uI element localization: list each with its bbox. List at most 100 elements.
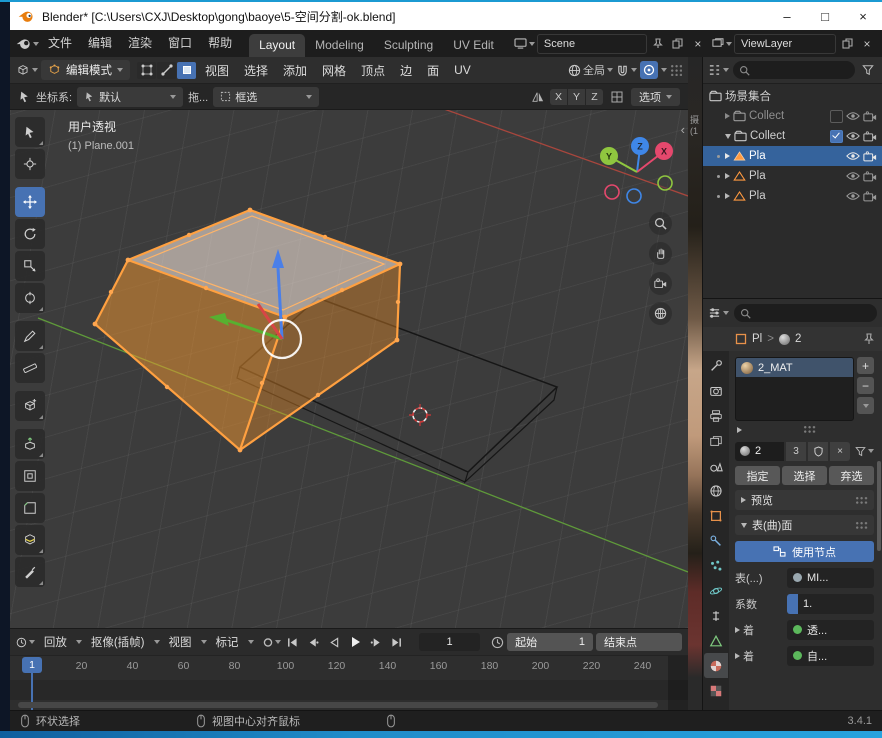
- menu-uv[interactable]: UV: [448, 63, 477, 77]
- pan-hand-icon[interactable]: [649, 242, 672, 265]
- preview-section-header[interactable]: 预览: [735, 490, 874, 510]
- scene-selector[interactable]: Scene: [537, 34, 647, 54]
- properties-editor-type-button[interactable]: [708, 304, 729, 322]
- timeline-ruler[interactable]: 20 40 60 80 100 120 140 160 180 200 220 …: [10, 655, 688, 710]
- material-name-field[interactable]: 2: [735, 442, 784, 461]
- material-slot-active[interactable]: 2_MAT: [736, 358, 853, 377]
- snap-toggle-button[interactable]: [616, 61, 637, 79]
- scale-tool[interactable]: [15, 251, 45, 281]
- timeline-editor-type-button[interactable]: [16, 633, 35, 651]
- camera-render-icon[interactable]: [863, 151, 877, 162]
- eye-icon[interactable]: [846, 111, 860, 121]
- outliner-row-plane-active[interactable]: Pla: [703, 146, 882, 166]
- add-slot-button[interactable]: +: [857, 357, 874, 374]
- playhead[interactable]: 1: [22, 657, 42, 673]
- eye-icon[interactable]: [846, 191, 860, 201]
- menu-vertex[interactable]: 顶点: [355, 62, 391, 79]
- mode-dropdown[interactable]: 编辑模式: [41, 60, 130, 80]
- transform-tool[interactable]: [15, 283, 45, 313]
- properties-tab-physics[interactable]: [704, 578, 728, 603]
- select-box-tool[interactable]: [15, 117, 45, 147]
- menu-file[interactable]: 文件: [41, 30, 79, 57]
- expand-icon[interactable]: [725, 113, 730, 119]
- tab-sculpting[interactable]: Sculpting: [374, 34, 443, 57]
- outliner-filter-button[interactable]: [859, 61, 877, 79]
- zoom-icon[interactable]: [649, 212, 672, 235]
- menu-edit[interactable]: 编辑: [81, 30, 119, 57]
- camera-render-icon[interactable]: [863, 171, 877, 182]
- outliner-search-input[interactable]: [733, 61, 855, 79]
- blender-menu-button[interactable]: [16, 35, 39, 53]
- camera-view-icon[interactable]: [649, 272, 672, 295]
- material-users-button[interactable]: 3: [786, 442, 806, 461]
- bevel-tool[interactable]: [15, 493, 45, 523]
- close-button[interactable]: ×: [844, 2, 882, 30]
- add-cube-tool[interactable]: [15, 391, 45, 421]
- menu-select[interactable]: 选择: [238, 62, 274, 79]
- edge-select-mode-button[interactable]: [157, 62, 176, 79]
- menu-edge[interactable]: 边: [394, 62, 418, 79]
- viewlayer-browse-button[interactable]: [711, 35, 732, 53]
- navigation-gizmo[interactable]: Z X Y: [600, 132, 676, 208]
- editor-type-button[interactable]: [16, 61, 38, 79]
- jump-to-end-button[interactable]: [388, 633, 406, 651]
- properties-tab-texture[interactable]: [704, 678, 728, 703]
- menu-timeline-view[interactable]: 视图: [163, 634, 198, 650]
- mirror-z-button[interactable]: Z: [586, 89, 603, 105]
- outliner-row-plane-2[interactable]: Pla: [703, 166, 882, 186]
- remove-slot-button[interactable]: −: [857, 377, 874, 394]
- current-frame-field[interactable]: 1: [419, 633, 480, 651]
- viewlayer-copy-button[interactable]: [838, 35, 856, 53]
- expand-icon[interactable]: [735, 653, 740, 659]
- proportional-falloff-dropdown[interactable]: [661, 68, 667, 72]
- frame-end-field[interactable]: 结束点: [596, 633, 682, 651]
- outliner-row-collection-1[interactable]: Collect: [703, 106, 882, 126]
- loop-cut-tool[interactable]: [15, 525, 45, 555]
- viewlayer-selector[interactable]: ViewLayer: [734, 34, 836, 54]
- preset-dropdown[interactable]: 默认: [77, 87, 183, 107]
- knife-tool[interactable]: [15, 557, 45, 587]
- fake-user-shield-button[interactable]: [808, 442, 828, 461]
- menu-face[interactable]: 面: [421, 62, 445, 79]
- cursor-tool[interactable]: [15, 149, 45, 179]
- overflow-menu-icon[interactable]: [670, 64, 682, 76]
- timeline-scrollbar[interactable]: [18, 702, 658, 708]
- drag-mode-dropdown[interactable]: 框选: [213, 87, 319, 107]
- move-tool[interactable]: [15, 187, 45, 217]
- outliner-editor-type-button[interactable]: [708, 61, 729, 79]
- expand-icon[interactable]: [735, 627, 740, 633]
- annotate-tool[interactable]: [15, 321, 45, 351]
- shader-b-dropdown[interactable]: 自...: [787, 646, 874, 666]
- menu-window[interactable]: 窗口: [161, 30, 199, 57]
- menu-help[interactable]: 帮助: [201, 30, 239, 57]
- breadcrumb-material[interactable]: 2: [795, 333, 801, 345]
- rotate-tool[interactable]: [15, 219, 45, 249]
- gizmo-z-label[interactable]: Z: [637, 142, 643, 152]
- vertex-select-mode-button[interactable]: [137, 62, 156, 79]
- properties-tab-constraints[interactable]: [704, 603, 728, 628]
- eye-icon[interactable]: [846, 151, 860, 161]
- material-filter-button[interactable]: [855, 442, 874, 460]
- outliner-row-scene-collection[interactable]: 场景集合: [703, 86, 882, 106]
- transform-orientation-dropdown[interactable]: 全局: [568, 61, 613, 79]
- collection-include-checkbox[interactable]: [830, 130, 843, 143]
- minimize-button[interactable]: –: [768, 2, 806, 30]
- viewlayer-remove-button[interactable]: ×: [858, 35, 876, 53]
- menu-playback[interactable]: 回放: [38, 634, 73, 650]
- factor-slider[interactable]: 1.: [787, 594, 874, 614]
- use-nodes-button[interactable]: 使用节点: [735, 541, 874, 562]
- eye-icon[interactable]: [846, 131, 860, 141]
- scene-unlink-button[interactable]: ×: [689, 35, 707, 53]
- inset-faces-tool[interactable]: [15, 461, 45, 491]
- shader-a-dropdown[interactable]: 透...: [787, 620, 874, 640]
- play-button[interactable]: [346, 633, 364, 651]
- jump-to-start-button[interactable]: [284, 633, 302, 651]
- surface-shader-dropdown[interactable]: MI...: [787, 568, 874, 588]
- camera-render-icon[interactable]: [863, 111, 877, 122]
- mirror-y-button[interactable]: Y: [568, 89, 585, 105]
- collapse-icon[interactable]: [725, 134, 731, 139]
- maximize-button[interactable]: □: [806, 2, 844, 30]
- surface-section-header[interactable]: 表(曲)面: [735, 515, 874, 535]
- perspective-toggle-icon[interactable]: [649, 302, 672, 325]
- menu-render[interactable]: 渲染: [121, 30, 159, 57]
